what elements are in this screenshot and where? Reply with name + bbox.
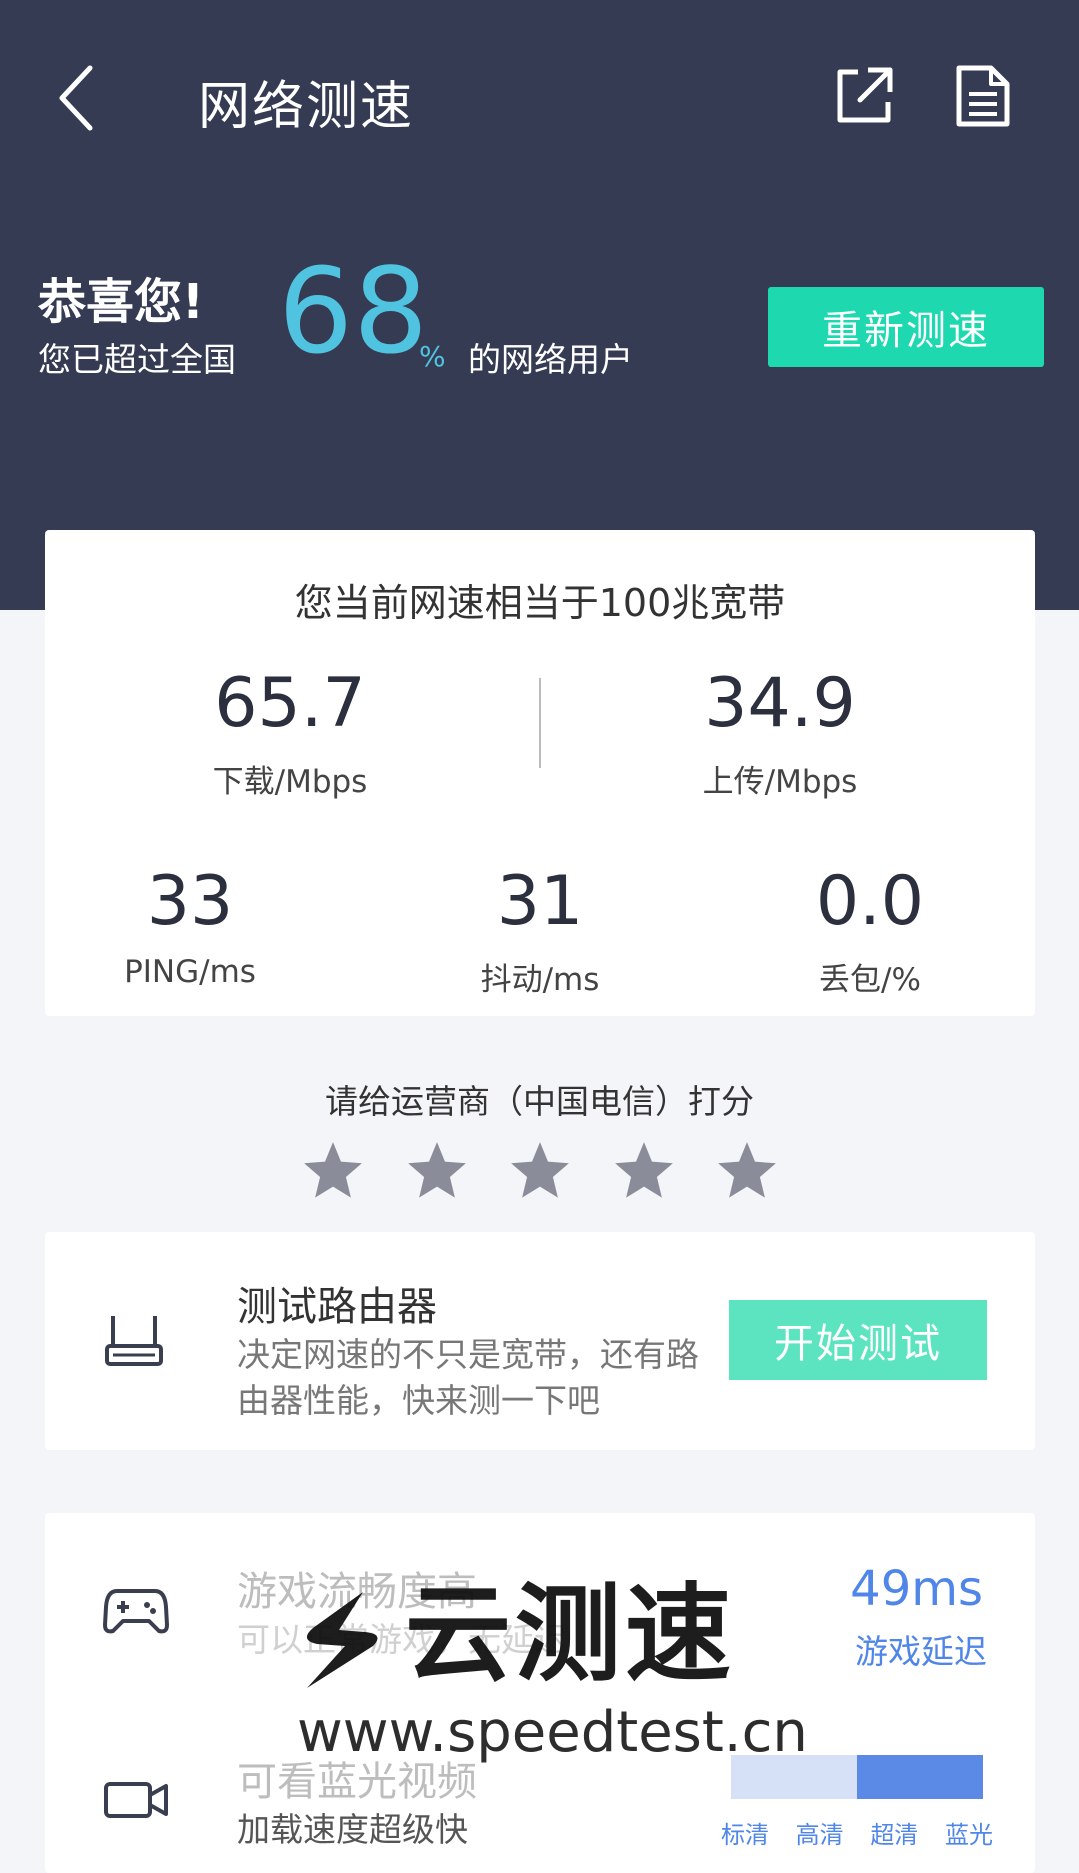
exceed-suffix: 的网络用户: [468, 340, 633, 379]
quality-label: 标清: [721, 1821, 769, 1849]
upload-label: 上传/Mbps: [702, 764, 858, 800]
ping-label: PING/ms: [124, 954, 256, 990]
download-value: 65.7: [214, 664, 366, 743]
header: 网络测速 恭喜您! 您已超过全国 68 % 的网络用户 重新测速: [0, 0, 1079, 610]
speedtest-watermark: 云测速 www.speedtest.cn: [285, 1573, 808, 1782]
star-icon[interactable]: [507, 1138, 573, 1204]
jitter-label: 抖动/ms: [480, 962, 600, 998]
rating-stars: [300, 1138, 780, 1204]
ping-metric: 33 PING/ms: [95, 862, 285, 991]
quality-segment-fhd: [857, 1755, 920, 1799]
quality-label: 蓝光: [944, 1821, 993, 1849]
download-label: 下载/Mbps: [212, 764, 368, 800]
quality-segment-bluray: [920, 1755, 983, 1799]
exceed-prefix: 您已超过全国: [38, 340, 236, 379]
router-desc: 决定网速的不只是宽带，还有路由器性能，快来测一下吧: [237, 1335, 699, 1420]
loss-metric: 0.0 丢包/%: [775, 868, 965, 999]
star-icon[interactable]: [714, 1138, 780, 1204]
page-title: 网络测速: [198, 77, 415, 137]
watermark-url: www.speedtest.cn: [297, 1700, 808, 1765]
jitter-value: 31: [496, 862, 584, 941]
retest-button[interactable]: 重新测速: [768, 287, 1044, 367]
star-icon[interactable]: [300, 1138, 366, 1204]
star-icon[interactable]: [611, 1138, 677, 1204]
loss-value: 0.0: [815, 862, 925, 941]
speedtest-logo-icon: [306, 1592, 378, 1688]
speed-result-card: 您当前网速相当于100兆宽带 65.7 下载/Mbps 34.9 上传/Mbps…: [45, 530, 1035, 1016]
upload-value: 34.9: [704, 664, 856, 743]
report-icon[interactable]: [955, 64, 1011, 128]
router-test-card: 测试路由器 决定网速的不只是宽带，还有路由器性能，快来测一下吧 开始测试: [45, 1232, 1035, 1450]
router-title: 测试路由器: [237, 1284, 437, 1330]
share-icon[interactable]: [832, 64, 896, 128]
game-latency-value: 49ms: [850, 1561, 983, 1617]
watermark-text: 云测速: [405, 1573, 735, 1696]
back-icon[interactable]: [50, 58, 110, 138]
upload-metric: 34.9 上传/Mbps: [665, 670, 895, 801]
download-metric: 65.7 下载/Mbps: [175, 670, 405, 801]
ping-value: 33: [146, 862, 234, 941]
gamepad-icon: [103, 1589, 169, 1634]
star-icon[interactable]: [404, 1138, 470, 1204]
jitter-metric: 31 抖动/ms: [445, 868, 635, 999]
router-icon: [105, 1316, 163, 1366]
start-test-button[interactable]: 开始测试: [729, 1300, 987, 1380]
congrats-text: 恭喜您!: [38, 274, 204, 330]
percent-sign: %: [419, 340, 446, 373]
rating-title: 请给运营商（中国电信）打分: [325, 1082, 754, 1121]
video-camera-icon: [104, 1782, 168, 1818]
quality-labels: 标清 高清 超清 蓝光: [721, 1815, 993, 1850]
video-desc: 加载速度超级快: [237, 1810, 468, 1849]
quality-label: 高清: [795, 1821, 844, 1849]
quality-label: 超清: [870, 1821, 919, 1849]
metric-divider: [539, 678, 541, 768]
loss-label: 丢包/%: [819, 962, 921, 998]
percentile-value: 68: [278, 242, 429, 380]
game-latency-label: 游戏延迟: [855, 1632, 987, 1671]
bandwidth-equivalent: 您当前网速相当于100兆宽带: [294, 581, 786, 625]
